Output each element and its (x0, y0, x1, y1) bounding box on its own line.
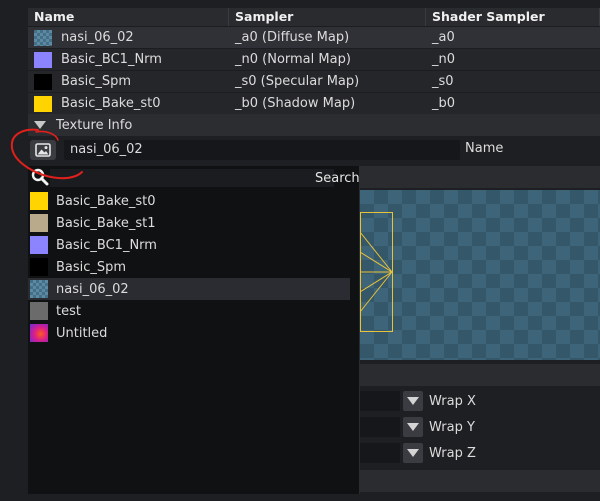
wrap-x-dropdown[interactable] (403, 391, 423, 411)
list-item[interactable]: Basic_Bake_st1 (28, 212, 360, 234)
wrap-y-dropdown[interactable] (403, 417, 423, 437)
texture-name-field[interactable]: nasi_06_02 (64, 140, 460, 160)
texture-thumbnail (34, 51, 52, 68)
col-header-shader-sampler[interactable]: Shader Sampler (426, 8, 600, 26)
wrap-z-row: Wrap Z (360, 442, 600, 464)
list-item-label: Basic_BC1_Nrm (56, 237, 157, 253)
row-name: nasi_06_02 (61, 30, 134, 45)
table-row[interactable]: Basic_Bake_st0 _b0 (Shadow Map) _b0 (28, 92, 600, 114)
chevron-down-icon (407, 423, 419, 431)
list-item[interactable]: Basic_Spm (28, 256, 360, 278)
texture-thumbnail (34, 73, 52, 90)
row-sampler: _a0 (Diffuse Map) (235, 30, 350, 45)
table-header: Name Sampler Shader Sampler (28, 8, 600, 26)
row-shader-sampler: _n0 (432, 52, 456, 67)
col-header-sampler[interactable]: Sampler (229, 8, 426, 26)
texture-thumbnail (30, 280, 48, 298)
preview-toolbar (360, 166, 600, 188)
search-input[interactable] (50, 169, 334, 187)
row-sampler: _b0 (Shadow Map) (235, 96, 356, 111)
row-name: Basic_BC1_Nrm (61, 52, 162, 67)
search-icon (31, 168, 49, 186)
wrap-z-field[interactable] (360, 443, 400, 463)
texture-thumbnail (30, 302, 48, 320)
search-row: Search (28, 166, 360, 190)
list-item-label: Untitled (56, 325, 108, 341)
list-item-label: Basic_Bake_st0 (56, 193, 156, 209)
table-row[interactable]: Basic_Spm _s0 (Specular Map) _s0 (28, 70, 600, 92)
table-row[interactable]: nasi_06_02 _a0 (Diffuse Map) _a0 (28, 26, 600, 48)
row-shader-sampler: _a0 (432, 30, 455, 45)
settings-toolbar (360, 364, 600, 386)
texture-thumbnail (30, 324, 48, 342)
list-item-label: Basic_Bake_st1 (56, 215, 156, 231)
texture-thumbnail (30, 192, 48, 210)
row-sampler: _s0 (Specular Map) (235, 74, 360, 89)
row-sampler: _n0 (Normal Map) (235, 52, 351, 67)
section-title: Texture Info (56, 117, 133, 133)
texture-thumbnail (30, 214, 48, 232)
list-item-selected[interactable]: nasi_06_02 (28, 278, 350, 300)
sampler-table: Name Sampler Shader Sampler nasi_06_02 _… (28, 8, 600, 114)
texture-picker-button[interactable] (30, 140, 56, 160)
row-name: Basic_Spm (61, 74, 132, 89)
uv-overlay (360, 212, 393, 332)
list-item[interactable]: test (28, 300, 360, 322)
wrap-y-field[interactable] (360, 417, 400, 437)
wrap-z-label: Wrap Z (429, 445, 476, 461)
list-item[interactable]: Untitled (28, 322, 360, 344)
wrap-y-row: Wrap Y (360, 416, 600, 438)
image-icon (35, 143, 51, 157)
texture-select-popup: Search Basic_Bake_st0 Basic_Bake_st1 Bas… (28, 166, 360, 494)
table-row[interactable]: Basic_BC1_Nrm _n0 (Normal Map) _n0 (28, 48, 600, 70)
name-label: Name (465, 141, 504, 156)
chevron-down-icon (407, 449, 419, 457)
row-shader-sampler: _b0 (432, 96, 456, 111)
texture-thumbnail (34, 29, 52, 46)
list-item[interactable]: Basic_Bake_st0 (28, 190, 360, 212)
wrap-x-row: Wrap X (360, 390, 600, 412)
wrap-y-label: Wrap Y (429, 419, 475, 435)
chevron-down-icon (407, 397, 419, 405)
list-item-label: test (56, 303, 81, 319)
search-label: Search (315, 171, 360, 186)
row-shader-sampler: _s0 (432, 74, 454, 89)
list-item-label: Basic_Spm (56, 259, 127, 275)
wrap-z-dropdown[interactable] (403, 443, 423, 463)
wrap-x-field[interactable] (360, 391, 400, 411)
list-item-label: nasi_06_02 (56, 281, 129, 297)
texture-info-header[interactable]: Texture Info (28, 114, 600, 136)
texture-preview (360, 190, 600, 360)
texture-thumbnail (30, 236, 48, 254)
collapse-triangle-icon (34, 121, 46, 129)
row-name: Basic_Bake_st0 (61, 96, 161, 111)
texture-thumbnail (34, 95, 52, 112)
wrap-x-label: Wrap X (429, 393, 476, 409)
texture-list: Basic_Bake_st0 Basic_Bake_st1 Basic_BC1_… (28, 190, 360, 344)
texture-thumbnail (30, 258, 48, 276)
col-header-name[interactable]: Name (28, 8, 229, 26)
bottom-toolbar (360, 470, 600, 492)
list-item[interactable]: Basic_BC1_Nrm (28, 234, 360, 256)
